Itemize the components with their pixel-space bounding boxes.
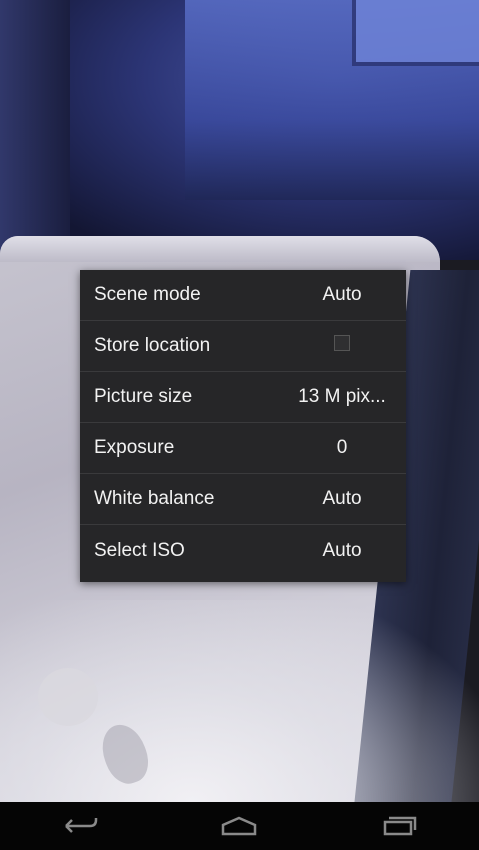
menu-item-value: Auto [322,488,362,509]
menu-item-label: White balance [94,488,215,509]
scene-laptop-edge [0,236,440,262]
navigation-bar [0,802,479,850]
menu-item-value: 13 M pix... [298,386,386,407]
menu-item-label: Select ISO [94,539,185,561]
menu-item-exposure[interactable]: Exposure 0 [80,423,406,474]
menu-item-value: Auto [322,284,362,305]
scene-shelf [0,0,70,270]
back-icon [64,818,98,833]
menu-item-picture-size[interactable]: Picture size 13 M pix... [80,372,406,423]
recent-apps-icon [383,816,417,836]
menu-item-store-location[interactable]: Store location [80,321,406,372]
menu-item-scene-mode[interactable]: Scene mode Auto [80,270,406,321]
menu-item-label: Store location [94,335,211,356]
menu-item-select-iso[interactable]: Select ISO Auto [80,525,406,576]
menu-item-label: Exposure [94,437,175,458]
store-location-checkbox[interactable] [334,335,350,351]
menu-item-value: 0 [336,437,348,458]
home-button[interactable] [209,806,269,846]
recent-apps-button[interactable] [369,806,429,846]
scene-logo-leaf [38,668,98,726]
menu-item-white-balance[interactable]: White balance Auto [80,474,406,525]
camera-settings-menu: Scene mode Auto Store location Picture s… [80,270,406,582]
home-icon [222,816,257,836]
menu-item-value: Auto [322,539,362,561]
menu-item-value [292,335,392,357]
menu-item-label: Scene mode [94,284,201,305]
menu-item-label: Picture size [94,386,193,407]
back-button[interactable] [50,806,110,846]
scene-picture-frame [352,0,479,66]
